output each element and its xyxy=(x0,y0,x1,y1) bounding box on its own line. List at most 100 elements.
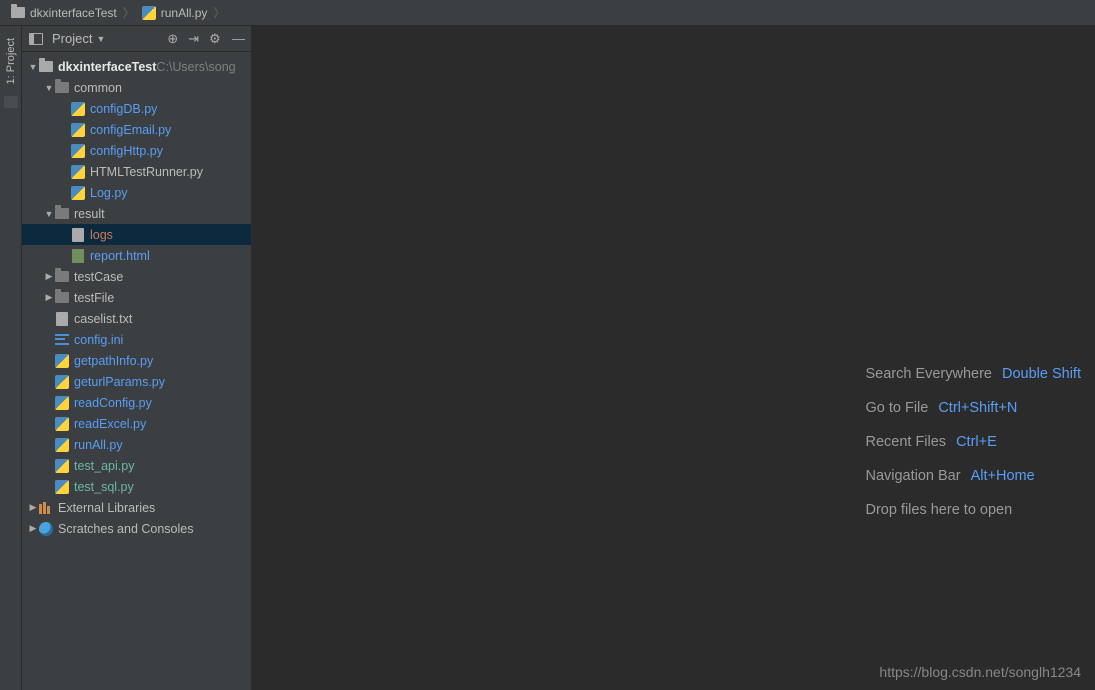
tree-row[interactable]: report.html xyxy=(22,245,251,266)
panel-title: Project xyxy=(52,31,92,46)
html-file-icon xyxy=(70,248,86,264)
tree-path-suffix: C:\Users\song xyxy=(156,60,235,74)
structure-icon[interactable] xyxy=(4,96,18,108)
tree-label: configEmail.py xyxy=(90,123,171,137)
python-file-icon xyxy=(54,479,70,495)
breadcrumb-label: dkxinterfaceTest xyxy=(30,6,117,20)
tree-row[interactable]: testFile xyxy=(22,287,251,308)
tree-label: caselist.txt xyxy=(74,312,132,326)
hint-shortcut: Ctrl+E xyxy=(956,434,997,450)
tree-label: readConfig.py xyxy=(74,396,152,410)
tree-row[interactable]: configHttp.py xyxy=(22,140,251,161)
hint-shortcut: Double Shift xyxy=(1002,366,1081,382)
tree-label: testCase xyxy=(74,270,123,284)
tree-label: HTMLTestRunner.py xyxy=(90,165,203,179)
tree-row[interactable]: testCase xyxy=(22,266,251,287)
tree-row[interactable]: HTMLTestRunner.py xyxy=(22,161,251,182)
tree-arrow-icon[interactable] xyxy=(44,83,54,93)
tree-label: result xyxy=(74,207,105,221)
tree-row[interactable]: Log.py xyxy=(22,182,251,203)
tree-row[interactable]: test_api.py xyxy=(22,455,251,476)
tree-label: External Libraries xyxy=(58,501,155,515)
hint-label: Drop files here to open xyxy=(865,502,1012,518)
hint-label: Navigation Bar xyxy=(865,468,960,484)
breadcrumb-separator: 〉 xyxy=(211,4,227,21)
python-file-icon xyxy=(54,353,70,369)
file-icon xyxy=(70,227,86,243)
empty-hint: Go to File Ctrl+Shift+N xyxy=(865,400,1017,416)
tree-row[interactable]: config.ini xyxy=(22,329,251,350)
tree-row[interactable]: runAll.py xyxy=(22,434,251,455)
tree-arrow-icon[interactable] xyxy=(28,502,38,513)
folder-icon xyxy=(54,269,70,285)
tree-label: dkxinterfaceTest xyxy=(58,60,156,74)
hint-label: Go to File xyxy=(865,400,928,416)
left-gutter: 1: Project xyxy=(0,26,22,690)
empty-hint: Search Everywhere Double Shift xyxy=(865,366,1081,382)
tree-row[interactable]: configEmail.py xyxy=(22,119,251,140)
folder-icon xyxy=(38,59,54,75)
project-tree: dkxinterfaceTest C:\Users\songcommonconf… xyxy=(22,52,251,690)
tree-arrow-icon[interactable] xyxy=(28,62,38,72)
tree-row[interactable]: getpathInfo.py xyxy=(22,350,251,371)
tree-label: testFile xyxy=(74,291,114,305)
hint-label: Search Everywhere xyxy=(865,366,992,382)
file-icon xyxy=(54,311,70,327)
hint-shortcut: Ctrl+Shift+N xyxy=(938,400,1017,416)
empty-hint: Drop files here to open xyxy=(865,502,1012,518)
library-icon xyxy=(38,500,54,516)
breadcrumb-item[interactable]: dkxinterfaceTest xyxy=(6,5,121,21)
tree-label: Scratches and Consoles xyxy=(58,522,194,536)
tree-row[interactable]: readExcel.py xyxy=(22,413,251,434)
project-panel: Project ▼ dkxinterfaceTest C:\Users\song… xyxy=(22,26,252,690)
tree-row[interactable]: logs xyxy=(22,224,251,245)
tree-label: configHttp.py xyxy=(90,144,163,158)
tree-row[interactable]: configDB.py xyxy=(22,98,251,119)
collapse-all-icon[interactable] xyxy=(188,31,199,47)
tree-arrow-icon[interactable] xyxy=(44,271,54,282)
python-file-icon xyxy=(54,374,70,390)
tree-label: Log.py xyxy=(90,186,128,200)
empty-hint: Recent Files Ctrl+E xyxy=(865,434,996,450)
tree-row[interactable]: result xyxy=(22,203,251,224)
tree-label: readExcel.py xyxy=(74,417,146,431)
tree-arrow-icon[interactable] xyxy=(44,292,54,303)
panel-header: Project ▼ xyxy=(22,26,251,52)
breadcrumb-item[interactable]: runAll.py xyxy=(137,5,212,21)
tree-row[interactable]: test_sql.py xyxy=(22,476,251,497)
python-file-icon xyxy=(70,164,86,180)
tree-label: geturlParams.py xyxy=(74,375,165,389)
breadcrumb: dkxinterfaceTest〉runAll.py〉 xyxy=(0,0,1095,26)
tree-row[interactable]: Scratches and Consoles xyxy=(22,518,251,539)
tree-row[interactable]: common xyxy=(22,77,251,98)
breadcrumb-label: runAll.py xyxy=(161,6,208,20)
python-file-icon xyxy=(54,416,70,432)
python-file-icon xyxy=(54,458,70,474)
tree-label: runAll.py xyxy=(74,438,123,452)
python-file-icon xyxy=(70,101,86,117)
tree-label: test_api.py xyxy=(74,459,134,473)
gear-icon[interactable] xyxy=(209,31,222,44)
sidebar-tab-project[interactable]: 1: Project xyxy=(5,32,17,90)
tree-row[interactable]: geturlParams.py xyxy=(22,371,251,392)
breadcrumb-separator: 〉 xyxy=(121,4,137,21)
hint-label: Recent Files xyxy=(865,434,946,450)
locate-icon[interactable] xyxy=(167,31,178,47)
ini-file-icon xyxy=(54,332,70,348)
tree-row[interactable]: caselist.txt xyxy=(22,308,251,329)
tree-arrow-icon[interactable] xyxy=(28,523,38,534)
tree-label: getpathInfo.py xyxy=(74,354,153,368)
tree-label: config.ini xyxy=(74,333,123,347)
hint-shortcut: Alt+Home xyxy=(971,468,1035,484)
hide-panel-icon[interactable] xyxy=(232,31,245,47)
tree-arrow-icon[interactable] xyxy=(44,209,54,219)
folder-icon xyxy=(54,290,70,306)
python-file-icon xyxy=(54,395,70,411)
tree-row[interactable]: readConfig.py xyxy=(22,392,251,413)
tree-row[interactable]: dkxinterfaceTest C:\Users\song xyxy=(22,56,251,77)
chevron-down-icon[interactable]: ▼ xyxy=(96,34,105,44)
tree-row[interactable]: External Libraries xyxy=(22,497,251,518)
empty-state-hints: Search Everywhere Double Shift Go to File C… xyxy=(865,366,1081,518)
folder-icon xyxy=(54,80,70,96)
python-file-icon xyxy=(70,122,86,138)
